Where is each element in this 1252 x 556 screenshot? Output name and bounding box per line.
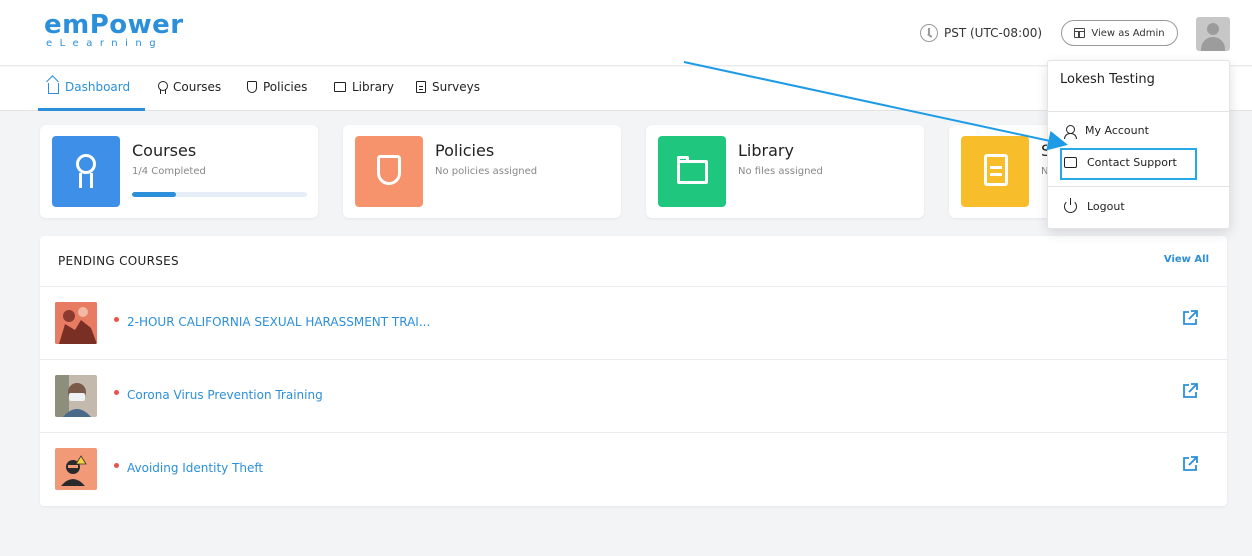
document-icon [984,154,1008,186]
award-icon [76,154,96,174]
user-icon [1064,124,1077,139]
course-row[interactable]: Avoiding Identity Theft [40,433,1227,506]
courses-tile [52,136,120,207]
document-icon [416,81,426,93]
course-row[interactable]: Corona Virus Prevention Training [40,360,1227,433]
logout-label: Logout [1087,200,1125,213]
pending-dot [114,317,119,322]
contact-support-label: Contact Support [1087,156,1177,169]
menu-divider [1048,186,1229,187]
shield-icon [377,155,401,185]
library-card-subtitle: No files assigned [738,166,823,177]
courses-progress-bar [132,192,307,197]
tab-dashboard[interactable]: Dashboard [48,80,130,94]
library-card[interactable]: Library No files assigned [646,125,924,218]
policies-card[interactable]: Policies No policies assigned [343,125,621,218]
my-account-menu-item[interactable]: My Account [1064,124,1149,139]
external-link-icon[interactable] [1181,309,1199,327]
pending-dot [114,390,119,395]
avatar-head [1207,23,1219,35]
course-thumbnail [55,375,97,417]
home-icon [48,83,59,94]
layout-icon [1074,28,1086,38]
avatar-body [1201,37,1225,51]
tab-library[interactable]: Library [334,80,394,94]
policies-card-title: Policies [435,141,495,160]
tab-surveys-label: Surveys [432,80,480,94]
courses-card-subtitle: 1/4 Completed [132,166,206,177]
menu-divider [1048,111,1229,112]
external-link-icon[interactable] [1181,455,1199,473]
pending-courses-panel: PENDING COURSES View All 2-HOUR CALIFORN… [40,236,1227,506]
courses-card-title: Courses [132,141,197,160]
view-all-link[interactable]: View All [1164,254,1209,265]
user-menu-dropdown: Lokesh Testing My Account Contact Suppor… [1047,60,1230,229]
surveys-tile [961,136,1029,207]
folder-icon [677,160,708,184]
pending-courses-title: PENDING COURSES [58,254,179,268]
award-icon [158,80,168,94]
timezone-display: PST (UTC-08:00) [920,24,1042,42]
my-account-label: My Account [1085,124,1149,137]
document-line [990,166,1002,169]
courses-card[interactable]: Courses 1/4 Completed [40,125,318,218]
power-icon [1064,198,1077,213]
pending-dot [114,463,119,468]
course-link[interactable]: Avoiding Identity Theft [127,461,263,475]
shield-icon [247,81,257,93]
timezone-label: PST (UTC-08:00) [944,26,1043,40]
library-tile [658,136,726,207]
chat-icon [1064,157,1077,168]
contact-support-menu-item[interactable]: Contact Support [1064,156,1177,169]
view-as-admin-label: View as Admin [1091,27,1165,39]
user-name: Lokesh Testing [1060,72,1155,87]
course-link[interactable]: 2-HOUR CALIFORNIA SEXUAL HARASSMENT TRAI… [127,315,430,329]
tab-library-label: Library [352,80,394,94]
tab-policies[interactable]: Policies [247,80,307,94]
course-row[interactable]: 2-HOUR CALIFORNIA SEXUAL HARASSMENT TRAI… [40,287,1227,360]
clock-icon [920,24,938,42]
logout-menu-item[interactable]: Logout [1064,198,1125,213]
folder-icon [334,82,346,92]
library-card-title: Library [738,141,794,160]
policies-card-subtitle: No policies assigned [435,166,538,177]
course-thumbnail [55,302,97,344]
logo-sub-text: eLearning [46,38,164,49]
tab-dashboard-label: Dashboard [65,80,131,94]
tab-policies-label: Policies [263,80,308,94]
logo-main-text: emPower [44,10,184,40]
pending-courses-header: PENDING COURSES View All [40,236,1227,287]
top-header: emPower eLearning PST (UTC-08:00) View a… [0,0,1252,66]
course-link[interactable]: Corona Virus Prevention Training [127,388,323,402]
policies-tile [355,136,423,207]
empower-logo[interactable]: emPower eLearning [44,12,184,50]
active-tab-underline [38,108,145,111]
course-thumbnail [55,448,97,490]
view-as-admin-button[interactable]: View as Admin [1061,20,1178,46]
user-avatar[interactable] [1196,17,1230,51]
award-ribbon [79,173,93,188]
courses-progress-fill [132,192,176,197]
tab-surveys[interactable]: Surveys [416,80,480,94]
tab-courses[interactable]: Courses [158,80,221,94]
document-line [990,173,1002,176]
external-link-icon[interactable] [1181,382,1199,400]
tab-courses-label: Courses [173,80,222,94]
